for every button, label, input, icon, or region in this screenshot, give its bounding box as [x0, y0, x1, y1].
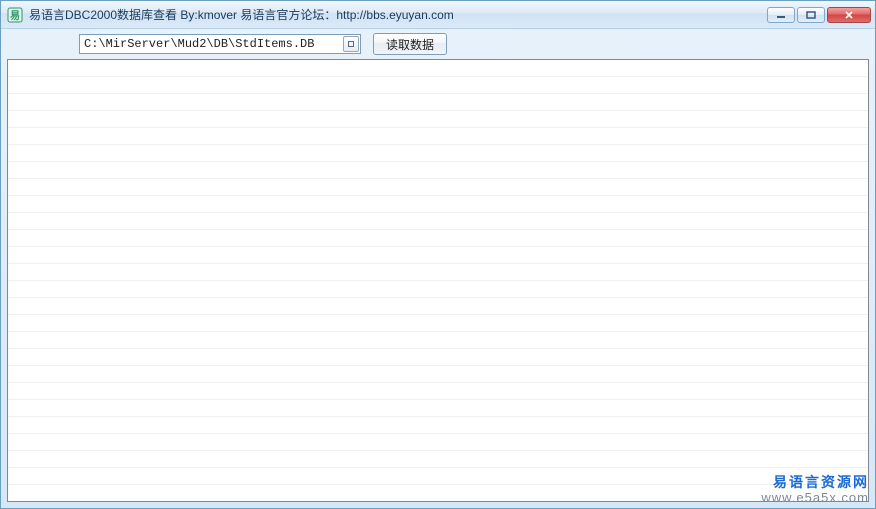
list-item — [8, 247, 868, 264]
list-item — [8, 162, 868, 179]
list-item — [8, 298, 868, 315]
list-item — [8, 94, 868, 111]
list-item — [8, 451, 868, 468]
path-combobox[interactable] — [79, 34, 361, 54]
titlebar: 易 易语言DBC2000数据库查看 By:kmover 易语言官方论坛：http… — [1, 1, 875, 29]
list-rows — [8, 60, 868, 501]
list-item — [8, 383, 868, 400]
app-window: 易 易语言DBC2000数据库查看 By:kmover 易语言官方论坛：http… — [0, 0, 876, 509]
list-item — [8, 417, 868, 434]
list-item — [8, 468, 868, 485]
close-button[interactable] — [827, 7, 871, 23]
read-data-button[interactable]: 读取数据 — [373, 33, 447, 55]
list-item — [8, 179, 868, 196]
list-item — [8, 281, 868, 298]
svg-text:易: 易 — [10, 10, 20, 22]
window-title: 易语言DBC2000数据库查看 By:kmover 易语言官方论坛：http:/… — [29, 6, 761, 23]
window-controls — [767, 7, 871, 23]
data-list[interactable] — [7, 59, 869, 502]
list-item — [8, 315, 868, 332]
list-item — [8, 196, 868, 213]
list-item — [8, 264, 868, 281]
list-item — [8, 434, 868, 451]
list-item — [8, 366, 868, 383]
minimize-button[interactable] — [767, 7, 795, 23]
list-item — [8, 400, 868, 417]
path-input[interactable] — [80, 35, 342, 53]
list-item — [8, 332, 868, 349]
browse-button[interactable] — [343, 36, 359, 52]
client-area: 读取数据 — [7, 29, 869, 502]
app-icon: 易 — [7, 7, 23, 23]
maximize-button[interactable] — [797, 7, 825, 23]
list-item — [8, 349, 868, 366]
list-item — [8, 128, 868, 145]
toolbar: 读取数据 — [7, 29, 869, 59]
list-item — [8, 213, 868, 230]
list-item — [8, 230, 868, 247]
list-item — [8, 111, 868, 128]
list-item — [8, 60, 868, 77]
list-item — [8, 77, 868, 94]
list-item — [8, 145, 868, 162]
